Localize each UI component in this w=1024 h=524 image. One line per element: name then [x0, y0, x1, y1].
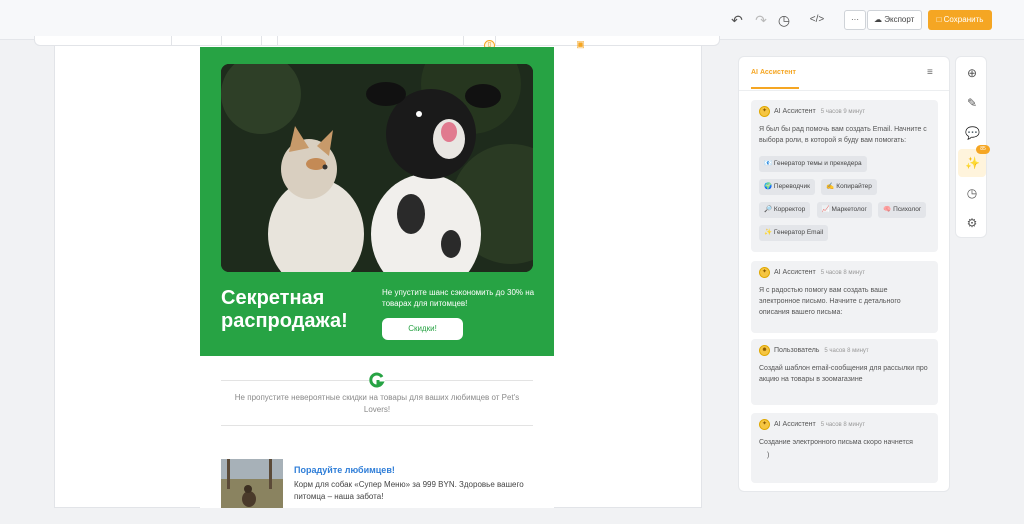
hero-photo [221, 64, 533, 272]
message-time: 5 часов 9 минут [820, 109, 865, 115]
role-chip[interactable]: 🧠 Психолог [878, 202, 927, 218]
code-icon[interactable]: </> [808, 11, 826, 29]
tab-underline [751, 87, 799, 89]
chat-message: ✦ AI Ассистент 5 часов 8 минут Создание … [751, 413, 938, 483]
ai-assistant-panel: AI Ассистент ≡ ✦ AI Ассистент 5 часов 9 … [738, 56, 950, 492]
loading-indicator: ) [767, 452, 770, 459]
gear-icon[interactable]: ⚙ [965, 216, 979, 230]
message-time: 5 часов 8 минут [820, 422, 865, 428]
product-image [221, 459, 283, 508]
message-time: 5 часов 8 минут [820, 270, 865, 276]
discounts-button[interactable]: Скидки! [382, 318, 463, 340]
export-button[interactable]: ☁ Экспорт [867, 10, 922, 30]
message-author: AI Ассистент [774, 108, 816, 115]
gauge-icon[interactable]: ◷ [965, 186, 979, 200]
role-chip[interactable]: ✍️ Копирайтер [821, 179, 877, 195]
hero-section: Секретная распродажа! Не упустите шанс с… [200, 47, 554, 356]
assistant-avatar-icon: ✦ [759, 267, 770, 278]
menu-icon[interactable]: ≡ [927, 67, 933, 78]
chat-message: ✦ AI Ассистент 5 часов 9 минут Я был бы … [751, 100, 938, 252]
message-text: Создай шаблон email-сообщения для рассыл… [759, 365, 928, 383]
desktop-preview-icon[interactable]: ▣ [575, 40, 586, 51]
redo-icon[interactable]: ↷ [752, 11, 770, 29]
chat-message: ✦ AI Ассистент 5 часов 8 минут Я с радос… [751, 261, 938, 333]
role-chip[interactable]: 🔎 Корректор [759, 202, 811, 218]
message-text: Я с радостью помогу вам создать ваше эле… [759, 287, 901, 316]
message-time: 5 часов 8 минут [824, 348, 869, 354]
undo-icon[interactable]: ↶ [728, 11, 746, 29]
history-icon[interactable]: ◷ [775, 11, 793, 29]
brush-icon[interactable]: ✎ [965, 96, 979, 110]
save-icon: □ [936, 15, 942, 24]
export-label: Экспорт [884, 15, 915, 24]
message-author: Пользователь [774, 347, 820, 354]
user-avatar-icon: ☻ [759, 345, 770, 356]
save-label: Сохранить [943, 15, 984, 24]
role-chip[interactable]: 🌍 Переводчик [759, 179, 815, 195]
promo-text: Не пропустите невероятные скидки на това… [234, 393, 520, 414]
top-toolbar: ↶ ↷ ◷ </> ··· ☁ Экспорт □ Сохранить [0, 0, 1024, 40]
hero-title: Секретная распродажа! [221, 287, 348, 332]
product-text: Корм для собак «Супер Меню» за 999 BYN. … [294, 480, 524, 501]
product-title[interactable]: Порадуйте любимцев! [294, 465, 395, 475]
role-chip[interactable]: ✨ Генератор Email [759, 225, 829, 241]
sparkle-icon[interactable]: ✨ [965, 156, 980, 170]
plus-icon[interactable]: ⊕ [965, 66, 979, 80]
block-toolstrip [34, 36, 720, 46]
assistant-avatar-icon: ✦ [759, 106, 770, 117]
chat-icon[interactable]: 💬 [965, 126, 980, 140]
message-text: Создание электронного письма скоро начне… [759, 439, 913, 446]
brand-logo [369, 372, 385, 388]
role-chip[interactable]: 📧 Генератор темы и прехедера [759, 156, 867, 172]
message-author: AI Ассистент [774, 421, 816, 428]
email-preview: Секретная распродажа! Не упустите шанс с… [200, 47, 554, 508]
hero-text: Не упустите шанс сэкономить до 30% на то… [382, 288, 535, 308]
message-text: Я был бы рад помочь вам создать Email. Н… [759, 126, 927, 144]
role-chips: 📧 Генератор темы и прехедера 🌍 Переводчи… [759, 152, 930, 244]
cloud-upload-icon: ☁ [874, 15, 882, 24]
ai-count-badge: 85 [976, 145, 990, 154]
assistant-avatar-icon: ✦ [759, 419, 770, 430]
side-rail: ⊕ ✎ 💬 ✨ 85 ◷ ⚙ [955, 56, 990, 238]
more-button[interactable]: ··· [844, 10, 866, 30]
role-chip[interactable]: 📈 Маркетолог [816, 202, 872, 218]
divider [221, 425, 533, 426]
chat-message: ☻ Пользователь 5 часов 8 минут Создай ша… [751, 339, 938, 405]
tab-ai-assistant[interactable]: AI Ассистент [751, 69, 796, 76]
message-author: AI Ассистент [774, 269, 816, 276]
save-button[interactable]: □ Сохранить [928, 10, 992, 30]
